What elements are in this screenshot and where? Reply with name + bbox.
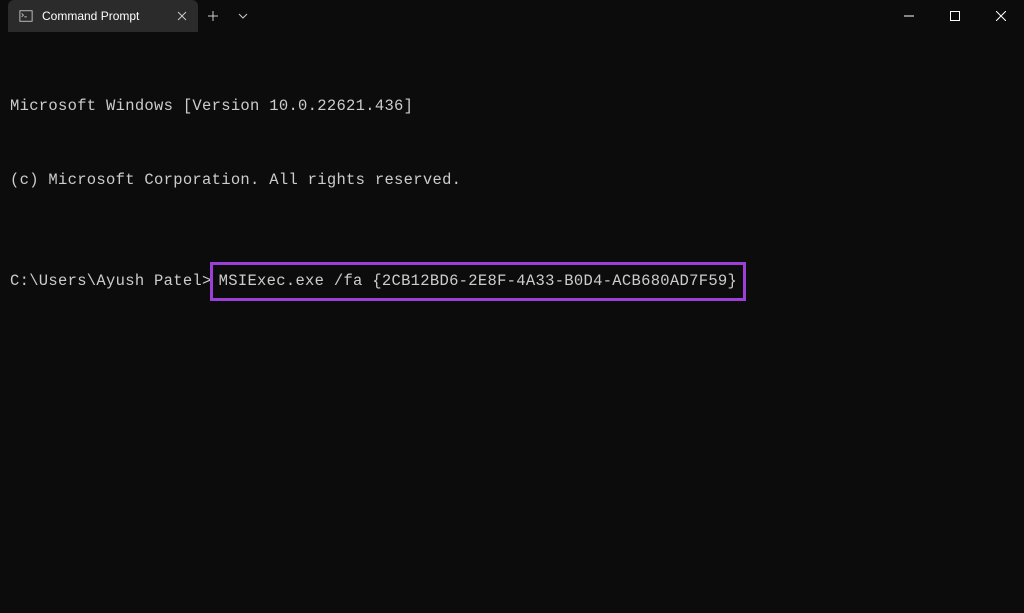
close-tab-icon[interactable] — [174, 8, 190, 24]
new-tab-button[interactable] — [198, 0, 228, 32]
terminal-command: MSIExec.exe /fa {2CB12BD6-2E8F-4A33-B0D4… — [219, 272, 737, 290]
minimize-button[interactable] — [886, 0, 932, 32]
titlebar: Command Prompt — [0, 0, 1024, 32]
tab-dropdown-button[interactable] — [228, 0, 258, 32]
tab-command-prompt[interactable]: Command Prompt — [8, 0, 198, 32]
cmd-icon — [18, 8, 34, 24]
terminal-area[interactable]: Microsoft Windows [Version 10.0.22621.43… — [0, 32, 1024, 338]
close-window-button[interactable] — [978, 0, 1024, 32]
terminal-line-copyright: (c) Microsoft Corporation. All rights re… — [10, 168, 1014, 193]
maximize-button[interactable] — [932, 0, 978, 32]
command-highlight: MSIExec.exe /fa {2CB12BD6-2E8F-4A33-B0D4… — [210, 262, 746, 301]
window-controls — [886, 0, 1024, 32]
terminal-line-version: Microsoft Windows [Version 10.0.22621.43… — [10, 94, 1014, 119]
titlebar-left: Command Prompt — [0, 0, 258, 32]
terminal-prompt: C:\Users\Ayush Patel> — [10, 269, 212, 294]
tab-title: Command Prompt — [42, 9, 166, 23]
prompt-line: C:\Users\Ayush Patel> MSIExec.exe /fa {2C… — [10, 262, 1014, 301]
